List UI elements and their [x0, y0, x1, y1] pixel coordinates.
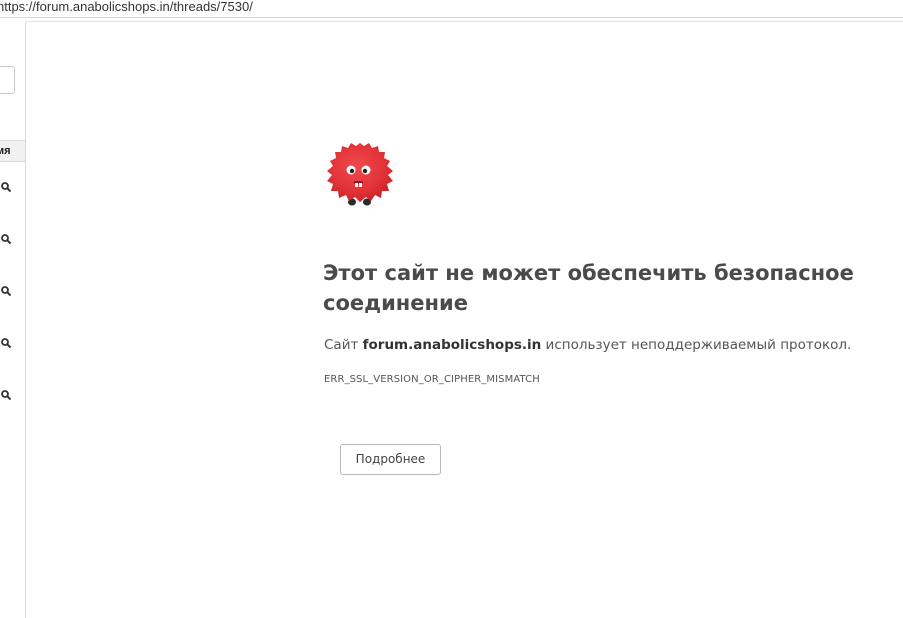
content-top-divider	[26, 21, 903, 22]
address-bar-url: https://forum.anabolicshops.in/threads/7…	[0, 0, 253, 14]
magnifier-icon[interactable]	[0, 181, 13, 194]
error-description-prefix: Сайт	[324, 337, 363, 353]
error-code: ERR_SSL_VERSION_OR_CIPHER_MISMATCH	[324, 374, 540, 385]
magnifier-icon[interactable]	[0, 285, 13, 298]
side-panel-input[interactable]	[0, 66, 15, 94]
magnifier-icon[interactable]	[0, 233, 13, 246]
side-panel-header-label: мя	[0, 145, 11, 157]
magnifier-icon[interactable]	[0, 389, 13, 402]
address-bar[interactable]: https://forum.anabolicshops.in/threads/7…	[0, 0, 903, 18]
left-side-panel: мя	[0, 22, 26, 618]
error-title: Этот сайт не может обеспечить безопасное…	[323, 261, 854, 315]
magnifier-icon[interactable]	[0, 337, 13, 350]
side-panel-column-header: мя	[0, 140, 25, 162]
error-description-suffix: использует неподдерживаемый протокол.	[541, 337, 852, 353]
error-description: Сайт forum.anabolicshops.in использует н…	[324, 336, 884, 354]
error-host: forum.anabolicshops.in	[362, 337, 542, 353]
details-button[interactable]: Подробнее	[340, 444, 441, 475]
red-fuzzy-monster-icon	[322, 140, 398, 210]
